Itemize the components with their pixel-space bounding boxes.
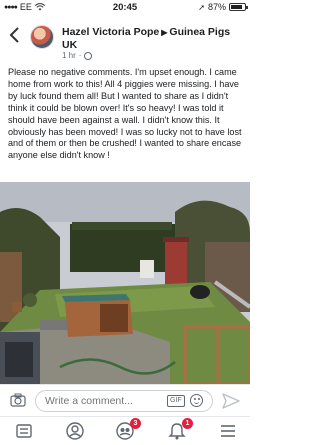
bottom-nav: 3 1: [0, 416, 250, 445]
post-meta: 1 hr ·: [62, 51, 93, 60]
comment-bar: GIF: [0, 384, 250, 416]
battery-icon: [229, 3, 248, 11]
battery-fill: [231, 5, 243, 9]
location-icon: ➚: [198, 2, 205, 12]
back-arrow-icon: [9, 27, 19, 43]
camera-icon[interactable]: [10, 393, 26, 407]
share-arrow-icon: ▶: [161, 28, 168, 37]
nav-menu[interactable]: [218, 421, 238, 441]
gif-button[interactable]: GIF: [167, 395, 185, 407]
post-author-line: Hazel Victoria Pope ▶ Guinea Pigs UK: [62, 26, 242, 52]
status-right: ➚ 87%: [198, 2, 248, 12]
emoji-icon[interactable]: [190, 394, 203, 407]
avatar[interactable]: [30, 25, 54, 49]
groups-badge: 3: [130, 418, 141, 429]
nav-groups[interactable]: 3: [115, 418, 141, 441]
nav-profile[interactable]: [65, 421, 85, 441]
author-name[interactable]: Hazel Victoria Pope: [62, 26, 159, 38]
news-feed-icon: [16, 424, 32, 438]
status-bar: ●●●● EE 20:45 ➚ 87%: [0, 0, 250, 16]
nav-news-feed[interactable]: [14, 421, 34, 441]
globe-icon: [84, 51, 93, 60]
post-time[interactable]: 1 hr: [62, 51, 76, 60]
comment-input[interactable]: [35, 390, 213, 412]
battery-percent: 87%: [207, 2, 226, 12]
notifications-badge: 1: [182, 418, 193, 429]
back-button[interactable]: [8, 24, 24, 46]
garden-photo-image: [0, 182, 250, 384]
post-photo[interactable]: [0, 182, 250, 384]
post-header: Hazel Victoria Pope ▶ Guinea Pigs UK 1 hr …: [0, 16, 250, 60]
post-text: Please no negative comments. I'm upset e…: [8, 67, 242, 161]
profile-icon: [66, 422, 84, 440]
nav-notifications[interactable]: 1: [167, 418, 193, 441]
menu-icon: [221, 425, 235, 437]
send-icon[interactable]: [222, 393, 240, 409]
